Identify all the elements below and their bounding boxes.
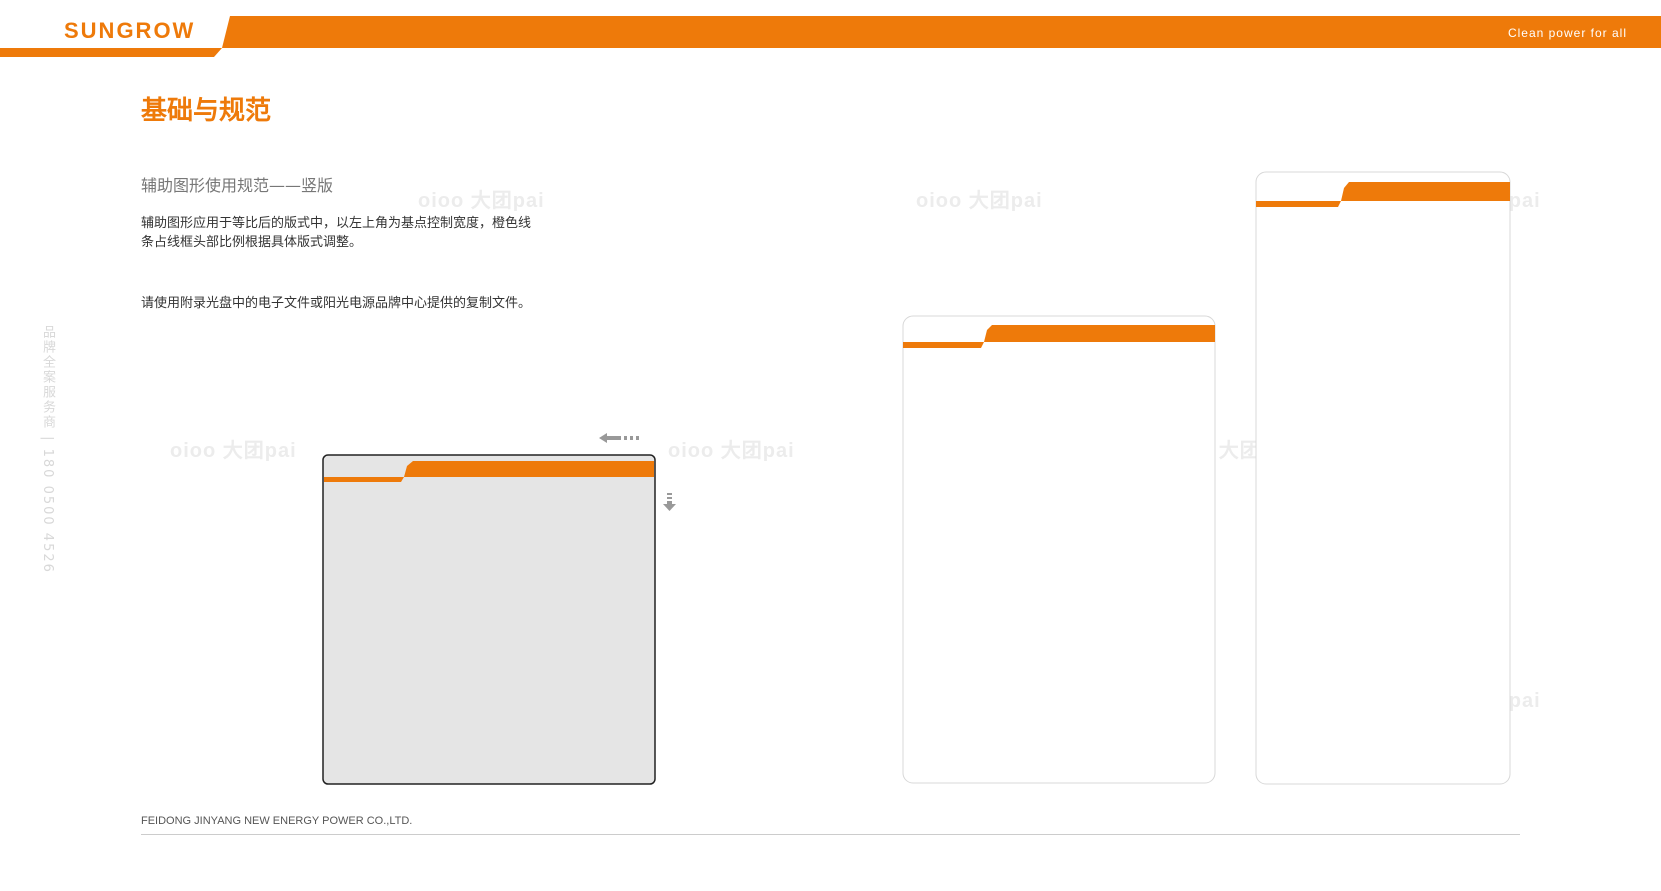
arrow-left-icon xyxy=(599,433,639,443)
page-subtitle: 辅助图形使用规范——竖版 xyxy=(141,176,334,195)
watermark: oioo 大团pai xyxy=(418,190,545,212)
portrait-layout-panel-tall xyxy=(1255,171,1511,785)
description: 辅助图形应用于等比后的版式中，以左上角为基点控制宽度，橙色线 条占线框头部比例根… xyxy=(141,214,561,252)
footer-divider xyxy=(141,834,1520,835)
header-tagline: Clean power for all xyxy=(1507,26,1627,40)
panel-orange-line xyxy=(324,477,404,482)
arrow-down-icon xyxy=(663,493,676,511)
panel-orange-line xyxy=(1256,201,1341,207)
panel-frame xyxy=(322,454,656,785)
description-line: 条占线框头部比例根据具体版式调整。 xyxy=(141,235,363,250)
brand-logo: SUNGROW xyxy=(64,18,196,43)
watermark: oioo 大团pai xyxy=(916,190,1043,212)
panel-frame xyxy=(1255,171,1511,785)
header-orange-underline xyxy=(0,48,222,57)
watermark: oioo 大团pai xyxy=(668,440,795,462)
header-orange-band xyxy=(222,16,1661,48)
panel-orange-bar xyxy=(984,325,1215,342)
panel-orange-line xyxy=(903,342,984,348)
panel-orange-bar xyxy=(1341,182,1510,201)
usage-note: 请使用附录光盘中的电子文件或阳光电源品牌中心提供的复制文件。 xyxy=(141,296,532,311)
description-line: 辅助图形应用于等比后的版式中，以左上角为基点控制宽度，橙色线 xyxy=(141,216,532,231)
header-band xyxy=(0,16,1661,57)
panel-orange-bar xyxy=(404,461,654,477)
portrait-layout-panel-medium xyxy=(902,315,1216,784)
side-contact-text: 品牌全案服务商 | 180 0500 4526 xyxy=(40,325,55,574)
panel-frame xyxy=(902,315,1216,784)
watermark: oioo 大团pai xyxy=(170,440,297,462)
footer-company: FEIDONG JINYANG NEW ENERGY POWER CO.,LTD… xyxy=(141,815,413,827)
square-layout-panel xyxy=(322,433,676,785)
page-title: 基础与规范 xyxy=(141,96,272,126)
